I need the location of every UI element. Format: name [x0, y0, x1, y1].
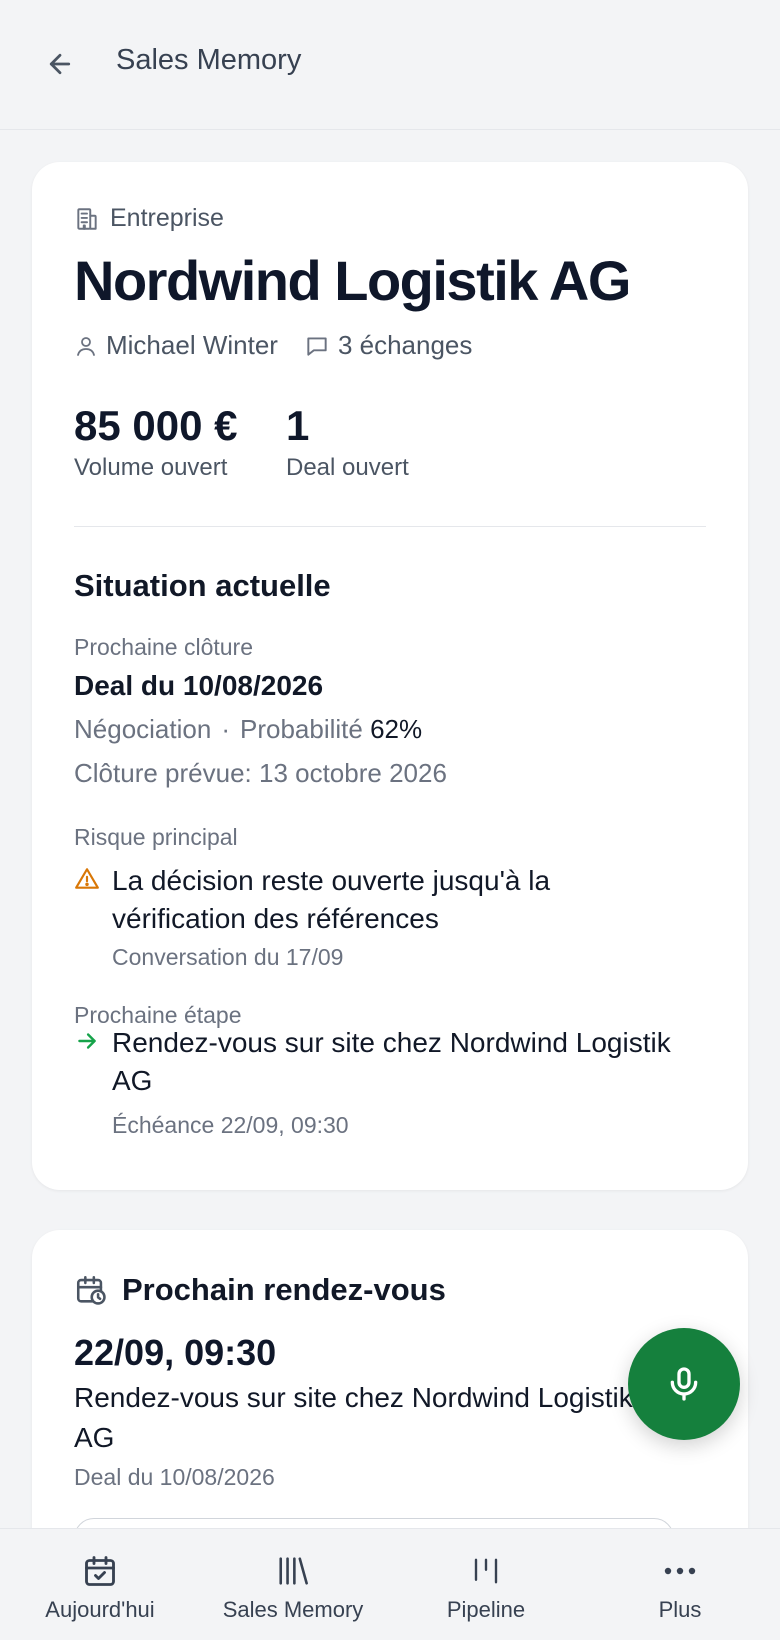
nav-more-label: Plus [658, 1597, 702, 1622]
arrow-left-icon [49, 53, 71, 75]
company-name: Nordwind Logistik AG [74, 249, 631, 312]
entity-type-label: Entreprise [110, 204, 224, 232]
next-step-text: Rendez-vous sur site chez Nordwind Logis… [112, 1027, 671, 1096]
nav-more[interactable]: Plus [620, 1529, 740, 1640]
risk-text: La décision reste ouverte jusqu'à la vér… [112, 865, 551, 934]
probability-label: Probabilité [239, 714, 363, 744]
nav-sales-memory[interactable]: Sales Memory [208, 1529, 378, 1640]
contact[interactable]: Michael Winter [74, 330, 278, 361]
app-header: Sales Memory [0, 0, 780, 130]
building-icon [77, 207, 97, 230]
situation-title: Situation actuelle [74, 568, 331, 603]
calendar-check-icon [85, 1556, 115, 1586]
deal-title[interactable]: Deal du 10/08/2026 [74, 670, 323, 702]
microphone-icon [670, 1367, 698, 1401]
bottom-nav: Aujourd'hui Sales Memory Pipeline Plus [0, 1528, 780, 1640]
voice-record-button[interactable] [628, 1328, 740, 1440]
probability-value: 62% [370, 714, 423, 744]
exchanges[interactable]: 3 échanges [304, 330, 472, 361]
nav-sales-memory-label: Sales Memory [222, 1597, 364, 1622]
risk-source: Conversation du 17/09 [112, 944, 344, 970]
entity-type: Entreprise [74, 204, 224, 233]
nav-pipeline[interactable]: Pipeline [426, 1529, 546, 1640]
stat-deals-label: Deal ouvert [286, 454, 409, 481]
risk-label: Risque principal [74, 824, 238, 850]
stat-volume-value: 85 000 € [74, 402, 238, 449]
deal-stage-line: Négociation · Probabilité 62% [74, 714, 422, 745]
user-icon [77, 336, 95, 356]
nav-pipeline-label: Pipeline [446, 1597, 526, 1622]
warning-icon [75, 868, 99, 889]
meeting-time: 22/09, 09:30 [74, 1332, 277, 1373]
exchanges-count: 3 échanges [337, 330, 473, 360]
company-meta: Michael Winter 3 échanges [74, 330, 472, 361]
company-card: Entreprise Nordwind Logistik AG Michael … [32, 162, 748, 1190]
meeting-description: Rendez-vous sur site chez Nordwind Logis… [74, 1382, 633, 1453]
page-title: Sales Memory [116, 44, 302, 76]
nav-today[interactable]: Aujourd'hui [30, 1529, 170, 1640]
pipeline-icon [474, 1558, 498, 1584]
deal-stage: Négociation [74, 714, 212, 744]
next-close-label: Prochaine clôture [74, 634, 253, 660]
nav-today-label: Aujourd'hui [45, 1597, 155, 1622]
stat-deals-value: 1 [286, 402, 310, 449]
next-meeting-title: Prochain rendez-vous [122, 1272, 446, 1307]
divider [74, 526, 706, 527]
arrow-right-icon [78, 1033, 96, 1049]
stat-volume-label: Volume ouvert [74, 454, 228, 481]
back-button[interactable] [42, 46, 78, 82]
contact-name: Michael Winter [106, 330, 278, 360]
expected-close: Clôture prévue: 13 octobre 2026 [74, 758, 447, 788]
meeting-deal: Deal du 10/08/2026 [74, 1464, 275, 1490]
calendar-clock-icon [76, 1275, 106, 1305]
message-icon [307, 336, 327, 356]
next-step-due: Échéance 22/09, 09:30 [112, 1112, 349, 1138]
library-icon [279, 1557, 308, 1585]
next-meeting-header: Prochain rendez-vous [74, 1272, 446, 1308]
separator-dot: · [221, 714, 230, 744]
more-icon [664, 1567, 696, 1575]
